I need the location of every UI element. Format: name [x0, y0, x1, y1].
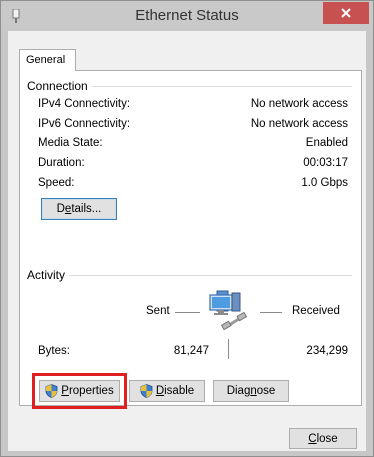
duration-label: Duration:: [38, 157, 85, 169]
general-tab-page: Connection IPv4 Connectivity: No network…: [19, 70, 362, 409]
details-button[interactable]: De tails...: [41, 198, 117, 220]
ethernet-status-window: Ethernet Status General Connection IPv4 …: [0, 0, 374, 457]
close-label-post: lose: [316, 432, 338, 445]
close-icon: [341, 8, 351, 18]
received-line: [260, 312, 282, 313]
properties-highlight-box: [32, 373, 127, 409]
tab-general[interactable]: General: [19, 49, 76, 71]
sent-line: [175, 312, 200, 313]
disable-label-accel: D: [155, 385, 165, 397]
diagnose-label-post: ose: [256, 385, 276, 397]
bytes-sent-value: 81,247: [173, 345, 209, 357]
media-state-value: Enabled: [305, 137, 348, 149]
ipv6-label: IPv6 Connectivity:: [38, 118, 131, 130]
media-state-label: Media State:: [38, 137, 103, 149]
activity-separator: [228, 339, 229, 359]
speed-label: Speed:: [38, 177, 75, 189]
ipv4-label: IPv4 Connectivity:: [38, 98, 131, 110]
title-bar[interactable]: Ethernet Status: [1, 1, 373, 31]
received-label: Received: [292, 305, 340, 317]
disable-button[interactable]: Disable: [129, 380, 205, 402]
diagnose-button[interactable]: Diag n ose: [213, 380, 289, 402]
duration-value: 00:03:17: [303, 157, 348, 169]
bytes-received-value: 234,299: [306, 345, 348, 357]
activity-header: Activity: [27, 268, 70, 282]
close-label-accel: C: [308, 432, 317, 445]
sent-label: Sent: [146, 305, 170, 317]
network-computer-icon: [209, 290, 248, 331]
dialog-client-area: General Connection IPv4 Connectivity: No…: [8, 31, 366, 451]
window-title: Ethernet Status: [135, 7, 239, 24]
uac-shield-icon: [140, 384, 153, 398]
window-close-button[interactable]: [323, 2, 369, 24]
diagnose-label-pre: Diag: [226, 385, 251, 397]
speed-value: 1.0 Gbps: [301, 177, 348, 189]
ipv6-value: No network access: [250, 118, 348, 130]
bytes-label: Bytes:: [38, 345, 70, 357]
close-button[interactable]: Close: [289, 428, 357, 449]
details-label-pre: D: [56, 203, 65, 215]
activity-divider: [28, 275, 352, 276]
details-label-post: tails...: [71, 203, 102, 215]
ipv4-value: No network access: [250, 98, 348, 110]
connection-header: Connection: [27, 79, 92, 93]
disable-label-post: isable: [164, 385, 195, 397]
